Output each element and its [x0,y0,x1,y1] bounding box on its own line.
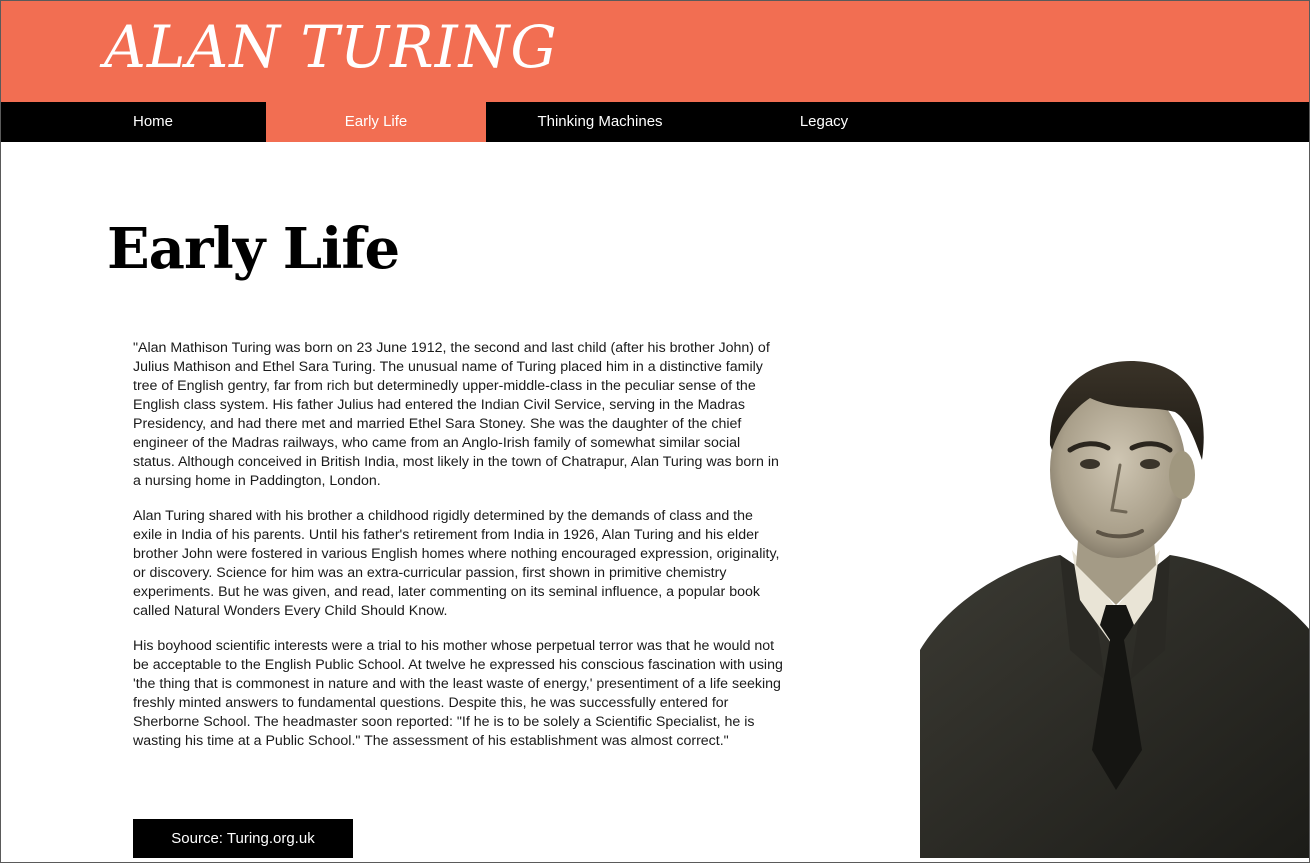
nav-item-legacy[interactable]: Legacy [714,102,934,142]
portrait-photo [920,350,1310,858]
nav-item-thinking-machines[interactable]: Thinking Machines [486,102,714,142]
site-title[interactable]: ALAN TURING [104,12,558,82]
paragraph-boyhood: His boyhood scientific interests were a … [133,638,783,749]
main-nav: Home Early Life Thinking Machines Legacy [0,102,1310,142]
paragraph-childhood: Alan Turing shared with his brother a ch… [133,508,780,619]
page-title: Early Life [107,216,400,282]
site-header: ALAN TURING [0,0,1310,102]
nav-item-home[interactable]: Home [40,102,266,142]
paragraph-birth: "Alan Mathison Turing was born on 23 Jun… [133,340,779,489]
article-body: "Alan Mathison Turing was born on 23 Jun… [133,339,785,767]
portrait-illustration [920,361,1310,858]
nav-item-early-life[interactable]: Early Life [266,102,486,142]
source-button[interactable]: Source: Turing.org.uk [133,819,353,858]
